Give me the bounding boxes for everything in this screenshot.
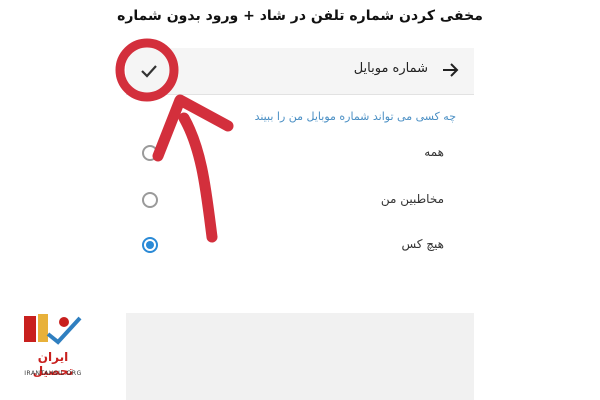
screen-title: شماره موبایل xyxy=(353,61,428,76)
article-title: مخفی کردن شماره تلفن در شاد + ورود بدون … xyxy=(117,8,483,24)
option-label: هیچ کس xyxy=(401,237,444,251)
arrow-right-icon[interactable] xyxy=(440,60,460,80)
radio-my-contacts[interactable] xyxy=(142,192,158,208)
option-everyone[interactable]: همه xyxy=(126,134,474,174)
option-label: مخاطبین من xyxy=(380,192,444,206)
option-label: همه xyxy=(424,145,444,159)
logo-url: IRANTAHSIL.ORG xyxy=(24,370,82,377)
radio-nobody[interactable] xyxy=(142,237,158,253)
privacy-options: چه کسی می تواند شماره موبایل من را ببیند… xyxy=(126,95,474,313)
radio-everyone[interactable] xyxy=(142,145,158,161)
phone-screen: شماره موبایل چه کسی می تواند شماره موبای… xyxy=(126,48,474,400)
option-nobody[interactable]: هیچ کس xyxy=(126,226,474,266)
option-my-contacts[interactable]: مخاطبین من xyxy=(126,181,474,221)
app-bar: شماره موبایل xyxy=(126,48,474,95)
check-icon[interactable] xyxy=(138,60,160,82)
section-header: چه کسی می تواند شماره موبایل من را ببیند xyxy=(254,110,456,123)
